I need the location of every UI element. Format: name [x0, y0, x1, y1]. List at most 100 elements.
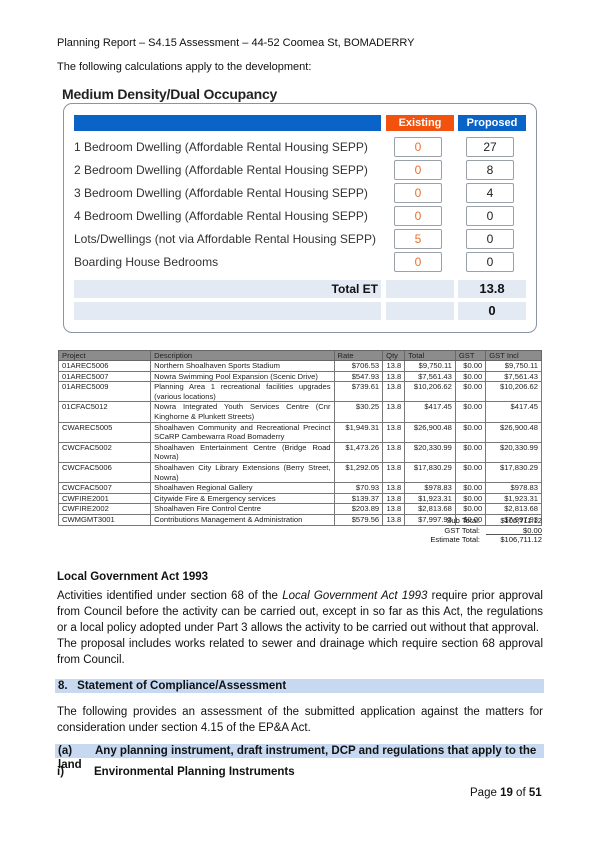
existing-input[interactable]: 0: [394, 252, 442, 272]
table-row: CWAREC5005 Shoalhaven Community and Recre…: [57, 421, 542, 443]
gst-incl-cell: $26,900.48: [485, 421, 542, 443]
gst-incl-cell: $10,206.62: [485, 381, 542, 403]
existing-input[interactable]: 0: [394, 160, 442, 180]
calculator-row: 3 Bedroom Dwelling (Affordable Rental Ho…: [74, 183, 529, 203]
qty-cell: 13.8: [382, 360, 406, 372]
intro-text: The following calculations apply to the …: [57, 61, 312, 73]
col-total: Total: [404, 350, 456, 361]
gst-cell: $0.00: [454, 370, 487, 383]
description-cell: Northern Shoalhaven Sports Stadium: [150, 360, 335, 372]
gst-cell: $0.00: [454, 421, 487, 443]
project-code-cell: CWAREC5005: [57, 421, 152, 443]
subsection-a-label: (a): [58, 745, 73, 757]
qty-cell: 13.8: [382, 381, 406, 403]
col-rate: Rate: [333, 350, 384, 361]
subsection-i-label: i): [57, 766, 65, 778]
sub-total-value: $106,711.12: [500, 516, 542, 525]
gst-cell: $0.00: [454, 381, 487, 403]
description-cell: Nowra Integrated Youth Services Centre (…: [150, 401, 335, 423]
table-row: 01CFAC5012 Nowra Integrated Youth Service…: [57, 401, 542, 423]
table-row: CWFIRE2002 Shoalhaven Fire Control Centre…: [57, 503, 542, 515]
description-cell: Planning Area 1 recreational facilities …: [150, 381, 335, 403]
gst-cell: $0.00: [454, 492, 487, 505]
rate-cell: $547.93: [333, 370, 384, 383]
qty-cell: 13.8: [382, 370, 406, 383]
total-cell: $17,830.29: [404, 461, 456, 484]
proposed-input[interactable]: 0: [466, 229, 514, 249]
proposed-column-header: Proposed: [458, 115, 526, 131]
rate-cell: $739.61: [333, 381, 384, 403]
existing-input[interactable]: 0: [394, 137, 442, 157]
total-cell: $9,750.11: [404, 360, 456, 372]
row-label: Boarding House Bedrooms: [74, 255, 219, 269]
second-total-existing-cell: [386, 302, 454, 320]
row-label: Lots/Dwellings (not via Affordable Renta…: [74, 232, 376, 246]
total-cell: $417.45: [404, 401, 456, 423]
page-prefix: Page: [470, 787, 501, 799]
lga-para1-text: Activities identified under section 68 o…: [57, 590, 283, 602]
gst-incl-cell: $9,750.11: [485, 360, 542, 372]
gst-incl-cell: $417.45: [485, 401, 542, 423]
calculator-row: Lots/Dwellings (not via Affordable Renta…: [74, 229, 529, 249]
project-code-cell: 01AREC5007: [57, 370, 152, 383]
row-label: 4 Bedroom Dwelling (Affordable Rental Ho…: [74, 209, 368, 223]
project-code-cell: CWFIRE2001: [57, 492, 152, 505]
description-cell: Shoalhaven City Library Extensions (Berr…: [150, 461, 335, 484]
subsection-i-text: Environmental Planning Instruments: [94, 766, 295, 778]
page-mid: of: [512, 787, 529, 799]
section-8-heading: 8. Statement of Compliance/Assessment: [55, 679, 544, 693]
proposed-input[interactable]: 0: [466, 206, 514, 226]
table-header-row: Project Description Rate Qty Total GST G…: [57, 350, 542, 361]
qty-cell: 13.8: [382, 492, 406, 505]
description-cell: Shoalhaven Fire Control Centre: [150, 503, 335, 515]
description-cell: Shoalhaven Entertainment Centre (Bridge …: [150, 441, 335, 463]
gst-cell: $0.00: [454, 461, 487, 484]
sub-total-line: Sub Total: $106,711.12: [330, 516, 542, 526]
total-cell: $1,923.31: [404, 492, 456, 505]
row-label: 2 Bedroom Dwelling (Affordable Rental Ho…: [74, 163, 368, 177]
existing-input[interactable]: 0: [394, 206, 442, 226]
subsection-i-heading: i) Environmental Planning Instruments: [57, 766, 295, 778]
description-cell: Shoalhaven Community and Recreational Pr…: [150, 421, 335, 443]
estimate-total-label: Estimate Total:: [430, 535, 480, 544]
proposed-input[interactable]: 0: [466, 252, 514, 272]
calculator-row: Boarding House Bedrooms 0 0: [74, 252, 529, 272]
gst-incl-cell: $2,813.68: [485, 503, 542, 515]
table-row: 01AREC5009 Planning Area 1 recreational f…: [57, 381, 542, 403]
calculator-title: Medium Density/Dual Occupancy: [62, 86, 278, 102]
description-cell: Nowra Swimming Pool Expansion (Scenic Dr…: [150, 370, 335, 383]
second-total-value: 0: [458, 302, 526, 320]
rate-cell: $1,949.31: [333, 421, 384, 443]
project-code-cell: CWFIRE2002: [57, 503, 152, 515]
section-8-paragraph: The following provides an assessment of …: [57, 706, 543, 734]
existing-input[interactable]: 0: [394, 183, 442, 203]
total-cell: $7,561.43: [404, 370, 456, 383]
gst-incl-cell: $20,330.99: [485, 441, 542, 463]
gst-cell: $0.00: [454, 401, 487, 423]
description-cell: Shoalhaven Regional Gallery: [150, 482, 335, 494]
total-cell: $978.83: [404, 482, 456, 494]
calculator-panel: Existing Proposed 1 Bedroom Dwelling (Af…: [63, 103, 537, 333]
table-row: 01AREC5007 Nowra Swimming Pool Expansion …: [57, 370, 542, 383]
project-code-cell: 01AREC5009: [57, 381, 152, 403]
contribution-totals: Sub Total: $106,711.12 GST Total: $0.00 …: [330, 516, 542, 545]
total-cell: $10,206.62: [404, 381, 456, 403]
project-code-cell: 01CFAC5012: [57, 401, 152, 423]
rate-cell: $203.89: [333, 503, 384, 515]
gst-incl-cell: $1,923.31: [485, 492, 542, 505]
gst-cell: $0.00: [454, 482, 487, 494]
project-code-cell: CWCFAC5007: [57, 482, 152, 494]
gst-incl-cell: $17,830.29: [485, 461, 542, 484]
row-label: 3 Bedroom Dwelling (Affordable Rental Ho…: [74, 186, 368, 200]
qty-cell: 13.8: [382, 401, 406, 423]
qty-cell: 13.8: [382, 482, 406, 494]
proposed-input[interactable]: 4: [466, 183, 514, 203]
project-code-cell: CWMGMT3001: [57, 513, 152, 526]
existing-input[interactable]: 5: [394, 229, 442, 249]
project-code-cell: 01AREC5006: [57, 360, 152, 372]
proposed-input[interactable]: 27: [466, 137, 514, 157]
proposed-input[interactable]: 8: [466, 160, 514, 180]
total-cell: $26,900.48: [404, 421, 456, 443]
description-cell: Citywide Fire & Emergency services: [150, 492, 335, 505]
table-row: CWFIRE2001 Citywide Fire & Emergency serv…: [57, 492, 542, 505]
